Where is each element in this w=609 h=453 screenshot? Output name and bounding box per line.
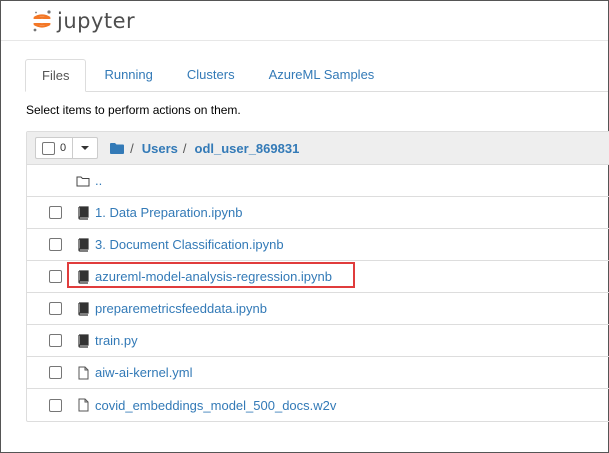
tab-files[interactable]: Files xyxy=(25,59,87,92)
item-checkbox[interactable] xyxy=(49,238,62,251)
select-all-checkbox[interactable] xyxy=(42,141,55,155)
list-toolbar: 0 / Users / odl_user_869831 xyxy=(27,132,609,165)
notebook-icon xyxy=(78,269,89,284)
chevron-down-icon xyxy=(81,146,90,150)
notebook-icon xyxy=(78,301,89,316)
item-name[interactable]: preparemetricsfeeddata.ipynb xyxy=(95,301,267,316)
list-item[interactable]: train.py xyxy=(27,325,609,357)
item-name[interactable]: train.py xyxy=(95,333,138,348)
list-item[interactable]: 3. Document Classification.ipynb xyxy=(27,229,609,261)
selected-count: 0 xyxy=(60,142,67,154)
list-item[interactable]: preparemetricsfeeddata.ipynb xyxy=(27,293,609,325)
breadcrumb-users[interactable]: Users xyxy=(142,141,178,156)
item-name[interactable]: 3. Document Classification.ipynb xyxy=(95,237,284,252)
list-item[interactable]: .. xyxy=(27,165,609,197)
instruction-text: Select items to perform actions on them. xyxy=(26,103,241,117)
list-item[interactable]: covid_embeddings_model_500_docs.w2v xyxy=(27,389,609,421)
file-list: 0 / Users / odl_user_869831 .. 1. Data P… xyxy=(26,131,609,422)
tab-azureml-samples[interactable]: AzureML Samples xyxy=(253,59,391,92)
jupyter-logo-icon[interactable] xyxy=(31,8,53,34)
select-all-dropdown[interactable]: 0 xyxy=(35,137,99,159)
item-checkbox[interactable] xyxy=(49,334,62,347)
breadcrumb: / Users / odl_user_869831 xyxy=(110,141,299,156)
item-name[interactable]: azureml-model-analysis-regression.ipynb xyxy=(95,269,332,284)
item-checkbox[interactable] xyxy=(49,270,62,283)
logo-text[interactable]: jupyter xyxy=(57,9,135,33)
tab-clusters[interactable]: Clusters xyxy=(171,59,251,92)
breadcrumb-separator: / xyxy=(130,140,134,156)
item-name[interactable]: aiw-ai-kernel.yml xyxy=(95,365,193,380)
item-name[interactable]: 1. Data Preparation.ipynb xyxy=(95,205,242,220)
breadcrumb-separator: / xyxy=(182,140,187,156)
item-name[interactable]: .. xyxy=(95,173,102,188)
list-item[interactable]: 1. Data Preparation.ipynb xyxy=(27,197,609,229)
file-icon xyxy=(78,398,89,412)
notebook-icon xyxy=(78,237,89,252)
item-checkbox[interactable] xyxy=(49,206,62,219)
header: jupyter xyxy=(1,1,608,41)
tab-running[interactable]: Running xyxy=(88,59,168,92)
item-checkbox[interactable] xyxy=(49,302,62,315)
home-folder-icon[interactable] xyxy=(110,142,125,154)
file-icon xyxy=(78,366,89,379)
item-name[interactable]: covid_embeddings_model_500_docs.w2v xyxy=(95,398,336,413)
notebook-icon xyxy=(78,205,89,220)
tab-bar: Files Running Clusters AzureML Samples xyxy=(25,59,608,92)
item-checkbox[interactable] xyxy=(49,398,62,412)
select-caret-button[interactable] xyxy=(73,138,97,158)
breadcrumb-user-folder[interactable]: odl_user_869831 xyxy=(195,141,300,156)
list-item[interactable]: aiw-ai-kernel.yml xyxy=(27,357,609,389)
folder-icon xyxy=(76,176,90,186)
list-item[interactable]: azureml-model-analysis-regression.ipynb xyxy=(27,261,609,293)
item-checkbox[interactable] xyxy=(49,366,62,379)
select-all-box[interactable]: 0 xyxy=(36,138,74,158)
notebook-icon xyxy=(78,333,89,348)
